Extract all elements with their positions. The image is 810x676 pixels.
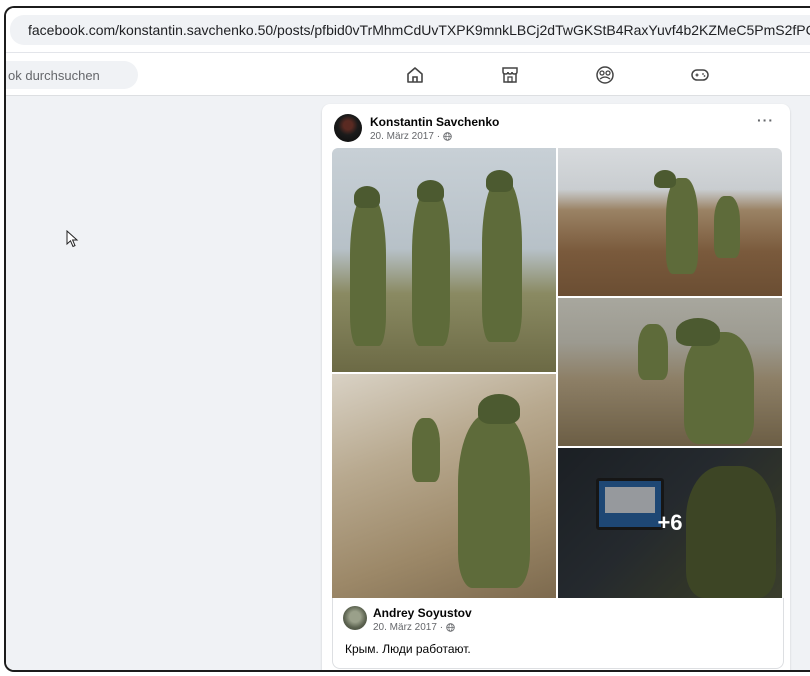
- feed-area: Konstantin Savchenko 20. März 2017 · ···: [6, 96, 810, 670]
- post-date[interactable]: 20. März 2017 ·: [370, 131, 440, 142]
- more-options-icon[interactable]: ···: [757, 112, 774, 128]
- facebook-navbar: ok durchsuchen: [6, 53, 810, 96]
- address-bar: facebook.com/konstantin.savchenko.50/pos…: [6, 8, 810, 53]
- shared-meta: 20. März 2017 ·: [373, 622, 455, 633]
- soldier-figure: [666, 178, 698, 274]
- shared-author-avatar[interactable]: [343, 606, 367, 630]
- browser-window: facebook.com/konstantin.savchenko.50/pos…: [4, 6, 810, 672]
- photo-5[interactable]: +6: [558, 448, 782, 598]
- photo-4[interactable]: [332, 374, 556, 598]
- soldier-figure: [458, 414, 530, 588]
- helmet: [654, 170, 676, 188]
- shared-author[interactable]: Andrey Soyustov: [373, 606, 472, 620]
- helmet: [676, 318, 720, 346]
- helmet: [486, 170, 513, 192]
- author-avatar[interactable]: [334, 114, 362, 142]
- mouse-cursor-icon: [66, 230, 79, 248]
- helmet: [417, 180, 444, 202]
- soldier-figure: [350, 196, 386, 346]
- globe-icon: [446, 623, 455, 632]
- soldier-figure: [482, 180, 522, 342]
- url-text: facebook.com/konstantin.savchenko.50/pos…: [28, 22, 810, 38]
- shared-caption: Крым. Люди работают.: [345, 642, 471, 656]
- photo-grid: +6: [332, 148, 782, 598]
- soldier-figure: [638, 324, 668, 380]
- soldier-figure: [412, 190, 450, 346]
- url-field[interactable]: facebook.com/konstantin.savchenko.50/pos…: [10, 15, 810, 45]
- home-icon[interactable]: [404, 64, 426, 86]
- helmet: [478, 394, 520, 424]
- search-input[interactable]: ok durchsuchen: [6, 61, 138, 89]
- soldier-figure: [714, 196, 740, 258]
- more-photos-count: +6: [657, 510, 683, 535]
- more-photos-overlay[interactable]: +6: [558, 448, 782, 598]
- helmet: [354, 186, 380, 208]
- post-author[interactable]: Konstantin Savchenko: [370, 115, 499, 129]
- globe-icon: [443, 132, 452, 141]
- search-placeholder: ok durchsuchen: [8, 67, 100, 83]
- shared-post: Andrey Soyustov 20. März 2017 · Крым. Лю…: [332, 598, 784, 669]
- soldier-figure: [684, 332, 754, 444]
- gaming-icon[interactable]: [689, 64, 711, 86]
- shared-date[interactable]: 20. März 2017 ·: [373, 622, 443, 633]
- photo-2[interactable]: [558, 148, 782, 296]
- soldier-figure: [412, 418, 440, 482]
- groups-icon[interactable]: [594, 64, 616, 86]
- post-card: Konstantin Savchenko 20. März 2017 · ···: [322, 104, 790, 670]
- marketplace-icon[interactable]: [499, 64, 521, 86]
- photo-3[interactable]: [558, 298, 782, 446]
- post-meta: 20. März 2017 ·: [370, 131, 452, 142]
- photo-1[interactable]: [332, 148, 556, 372]
